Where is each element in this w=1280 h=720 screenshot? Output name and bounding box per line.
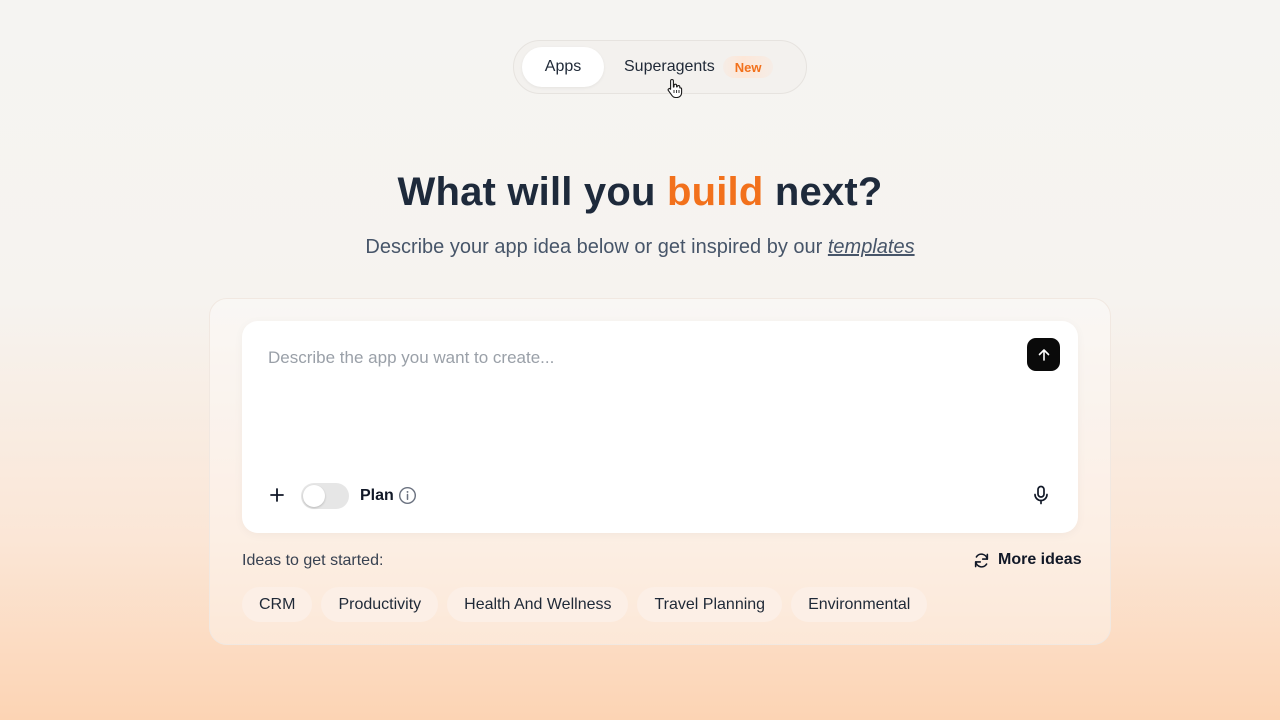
more-ideas-button[interactable]: More ideas <box>973 551 1082 569</box>
plan-label: Plan <box>360 487 394 504</box>
idea-chip-environmental[interactable]: Environmental <box>791 587 928 622</box>
subtitle-text: Describe your app idea below or get insp… <box>365 236 828 258</box>
info-icon[interactable] <box>398 486 417 505</box>
tab-superagents[interactable]: Superagents New <box>604 47 783 87</box>
page-title: What will you build next? <box>0 170 1280 215</box>
tab-apps-label: Apps <box>544 58 582 75</box>
add-attachment-button[interactable] <box>266 484 288 506</box>
new-badge: New <box>722 56 774 78</box>
title-post: next? <box>763 170 883 214</box>
tab-superagents-label: Superagents <box>624 58 715 75</box>
toggle-knob <box>303 485 325 507</box>
microphone-icon <box>1034 485 1048 505</box>
mode-switch: Apps Superagents New <box>513 40 807 94</box>
idea-chip-travel-planning[interactable]: Travel Planning <box>637 587 783 622</box>
more-ideas-label: More ideas <box>998 551 1082 568</box>
plus-icon <box>270 488 284 502</box>
ideas-label: Ideas to get started: <box>242 552 384 569</box>
prompt-box: Plan <box>242 321 1078 533</box>
page-subtitle: Describe your app idea below or get insp… <box>0 236 1280 259</box>
hand-pointer-icon <box>667 78 683 98</box>
plan-toggle[interactable] <box>301 483 349 509</box>
idea-chip-health-and-wellness[interactable]: Health And Wellness <box>447 587 629 622</box>
title-accent: build <box>666 170 764 214</box>
prompt-input[interactable] <box>268 343 1008 373</box>
idea-chip-crm[interactable]: CRM <box>242 587 313 622</box>
idea-chips: CRM Productivity Health And Wellness Tra… <box>242 587 928 622</box>
microphone-button[interactable] <box>1030 484 1052 506</box>
idea-chip-productivity[interactable]: Productivity <box>321 587 439 622</box>
tab-apps[interactable]: Apps <box>522 47 604 87</box>
templates-link[interactable]: templates <box>828 236 915 258</box>
title-pre: What will you <box>397 170 667 214</box>
refresh-icon <box>974 552 989 568</box>
send-button[interactable] <box>1027 338 1060 371</box>
arrow-up-icon <box>1038 348 1049 361</box>
